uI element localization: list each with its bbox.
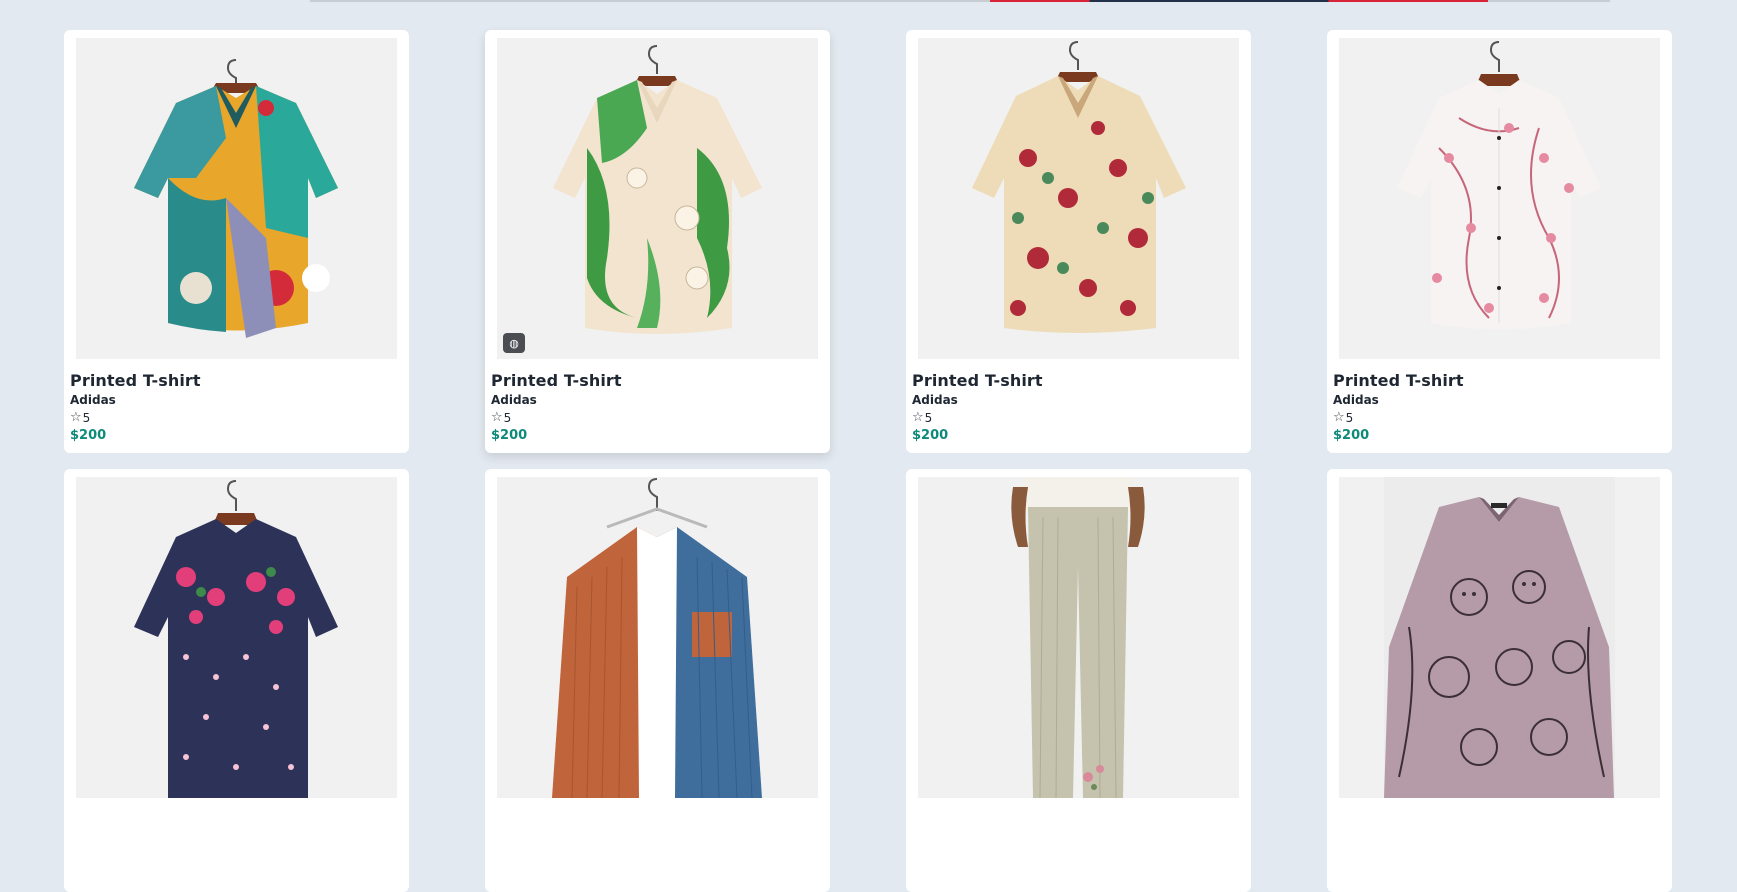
product-title[interactable]: Printed T-shirt xyxy=(491,371,818,390)
product-title[interactable]: Printed T-shirt xyxy=(1333,371,1660,390)
product-title[interactable]: Printed T-shirt xyxy=(912,371,1239,390)
product-card[interactable] xyxy=(906,469,1251,892)
product-image[interactable] xyxy=(918,38,1239,359)
product-rating: ☆ 5 xyxy=(70,410,397,425)
product-rating: ☆ 5 xyxy=(491,410,818,425)
header-accent-stripe xyxy=(990,0,1488,2)
product-card[interactable] xyxy=(1327,469,1672,892)
product-image[interactable]: ◍ xyxy=(497,38,818,359)
product-price: $200 xyxy=(70,428,107,443)
star-outline-icon: ☆ xyxy=(912,410,924,425)
product-image[interactable] xyxy=(76,477,397,798)
product-price: $200 xyxy=(491,428,528,443)
product-image[interactable] xyxy=(497,477,818,798)
product-rating: ☆ 5 xyxy=(912,410,1239,425)
product-brand: Adidas xyxy=(491,393,537,407)
product-card[interactable]: Printed T-shirt Adidas ☆ 5 $200 xyxy=(906,30,1251,453)
product-brand: Adidas xyxy=(912,393,958,407)
product-price: $200 xyxy=(912,428,949,443)
star-outline-icon: ☆ xyxy=(491,410,503,425)
rating-value: 5 xyxy=(82,410,91,425)
star-outline-icon: ☆ xyxy=(70,410,82,425)
product-image[interactable] xyxy=(76,38,397,359)
product-brand: Adidas xyxy=(1333,393,1379,407)
product-title[interactable]: Printed T-shirt xyxy=(70,371,397,390)
product-card[interactable]: Printed T-shirt Adidas ☆ 5 $200 xyxy=(64,30,409,453)
product-card[interactable] xyxy=(64,469,409,892)
product-price: $200 xyxy=(1333,428,1370,443)
rating-value: 5 xyxy=(924,410,933,425)
product-brand: Adidas xyxy=(70,393,116,407)
product-grid: Printed T-shirt Adidas ☆ 5 $200 ◍ Printe… xyxy=(64,30,1674,892)
product-image[interactable] xyxy=(1339,38,1660,359)
product-image[interactable] xyxy=(918,477,1239,798)
rating-value: 5 xyxy=(503,410,512,425)
product-card[interactable]: Printed T-shirt Adidas ☆ 5 $200 xyxy=(1327,30,1672,453)
product-card[interactable]: ◍ Printed T-shirt Adidas ☆ 5 $200 xyxy=(485,30,830,453)
product-image[interactable] xyxy=(1339,477,1660,798)
star-outline-icon: ☆ xyxy=(1333,410,1345,425)
product-rating: ☆ 5 xyxy=(1333,410,1660,425)
rating-value: 5 xyxy=(1345,410,1354,425)
quick-view-icon[interactable]: ◍ xyxy=(503,333,525,353)
product-card[interactable] xyxy=(485,469,830,892)
